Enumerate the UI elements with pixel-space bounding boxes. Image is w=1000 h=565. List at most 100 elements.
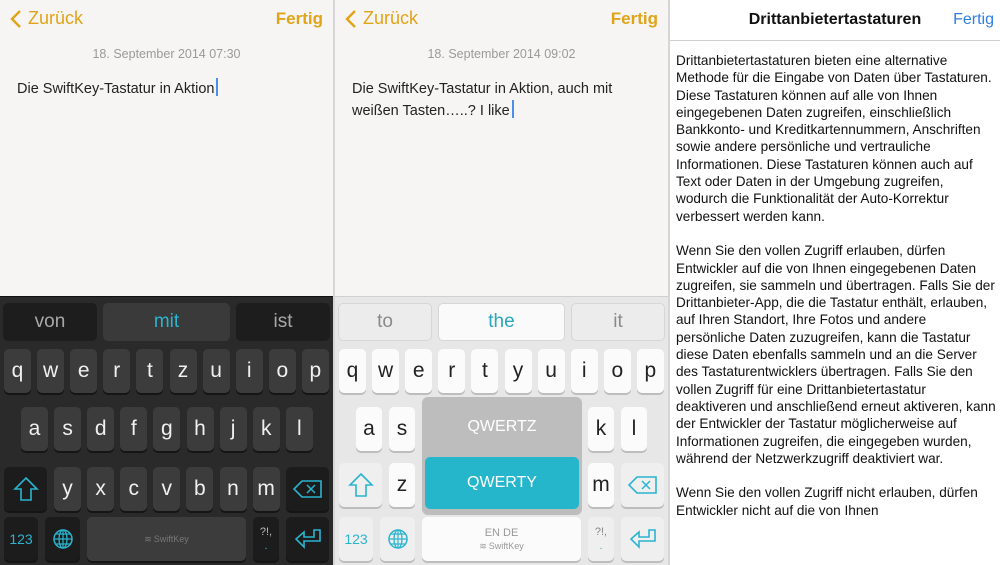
- space-key[interactable]: ≋ SwiftKey: [87, 517, 246, 561]
- note-text: Die SwiftKey-Tastatur in Aktion, auch mi…: [352, 81, 613, 119]
- swiftkey-logo: ≋ SwiftKey: [144, 533, 189, 545]
- punctuation-key[interactable]: ?!, .: [253, 517, 279, 561]
- key-r[interactable]: r: [103, 349, 131, 393]
- key-k[interactable]: k: [252, 407, 280, 451]
- backspace-key[interactable]: [286, 467, 329, 511]
- shift-key[interactable]: [339, 463, 382, 507]
- key-u[interactable]: u: [202, 349, 230, 393]
- third-party-keyboards-info-panel: Drittanbietertastaturen Fertig Drittanbi…: [670, 0, 1000, 565]
- key-a[interactable]: a: [356, 407, 382, 451]
- return-arrow-icon: [294, 529, 321, 549]
- key-e[interactable]: e: [70, 349, 98, 393]
- screenshot-collage: Zurück Fertig 18. September 2014 07:30 D…: [0, 0, 1000, 565]
- key-s[interactable]: s: [54, 407, 82, 451]
- key-o[interactable]: o: [603, 349, 631, 393]
- key-q[interactable]: q: [4, 349, 31, 393]
- key-q[interactable]: q: [339, 349, 366, 393]
- back-button[interactable]: Zurück: [10, 8, 83, 29]
- key-f[interactable]: f: [120, 407, 148, 451]
- key-k[interactable]: k: [588, 407, 614, 451]
- key-t[interactable]: t: [136, 349, 164, 393]
- swiftkey-keyboard-dark: von mit ist qwertzuiop asdfghjkl yxcvbnm 1…: [0, 296, 333, 565]
- info-paragraph: Drittanbietertastaturen bieten eine alte…: [676, 53, 992, 224]
- key-p[interactable]: p: [636, 349, 664, 393]
- key-g[interactable]: g: [153, 407, 181, 451]
- chevron-left-icon: [345, 9, 356, 28]
- shift-key[interactable]: [4, 467, 47, 511]
- key-l[interactable]: l: [285, 407, 313, 451]
- key-j[interactable]: j: [219, 407, 247, 451]
- backspace-key[interactable]: [621, 463, 664, 507]
- notes-panel-dark-keyboard: Zurück Fertig 18. September 2014 07:30 D…: [0, 0, 333, 565]
- key-y[interactable]: y: [504, 349, 532, 393]
- layout-switch-popup: QWERTZ QWERTY: [422, 397, 582, 515]
- key-d[interactable]: d: [87, 407, 115, 451]
- key-a[interactable]: a: [21, 407, 48, 451]
- key-b[interactable]: b: [186, 467, 214, 511]
- punct-top: ?!,: [594, 526, 608, 538]
- back-label: Zurück: [363, 8, 419, 28]
- return-arrow-icon: [629, 529, 656, 549]
- note-text-area[interactable]: Die SwiftKey-Tastatur in Aktion, auch mi…: [352, 78, 654, 122]
- page-title: Drittanbietertastaturen: [748, 11, 922, 28]
- key-h[interactable]: h: [186, 407, 214, 451]
- key-r[interactable]: r: [438, 349, 466, 393]
- globe-key[interactable]: [380, 517, 415, 561]
- key-c[interactable]: c: [120, 467, 148, 511]
- key-m[interactable]: m: [588, 463, 614, 507]
- backspace-icon: [292, 480, 322, 498]
- punctuation-key[interactable]: ?!, .: [588, 517, 614, 561]
- suggestion-right[interactable]: ist: [236, 303, 330, 341]
- done-button[interactable]: Fertig: [276, 9, 323, 29]
- chevron-left-icon: [10, 9, 21, 28]
- punct-bottom: .: [599, 540, 603, 552]
- key-o[interactable]: o: [268, 349, 296, 393]
- key-m[interactable]: m: [252, 467, 280, 511]
- space-key[interactable]: EN DE ≋ SwiftKey: [422, 517, 581, 561]
- key-t[interactable]: t: [471, 349, 499, 393]
- key-z[interactable]: z: [169, 349, 197, 393]
- note-text: Die SwiftKey-Tastatur in Aktion: [17, 81, 215, 97]
- suggestion-center[interactable]: the: [438, 303, 565, 341]
- layout-option-qwertz[interactable]: QWERTZ: [425, 401, 579, 453]
- globe-key[interactable]: [45, 517, 80, 561]
- done-button[interactable]: Fertig: [611, 9, 658, 29]
- key-u[interactable]: u: [537, 349, 565, 393]
- key-v[interactable]: v: [153, 467, 181, 511]
- key-x[interactable]: x: [87, 467, 115, 511]
- note-date: 18. September 2014 07:30: [92, 47, 241, 61]
- key-w[interactable]: w: [372, 349, 400, 393]
- punct-top: ?!,: [259, 526, 273, 538]
- done-button[interactable]: Fertig: [953, 11, 994, 29]
- info-paragraph: Wenn Sie den vollen Zugriff erlauben, dü…: [676, 243, 996, 466]
- globe-icon: [387, 529, 408, 549]
- back-label: Zurück: [28, 8, 84, 28]
- suggestion-right[interactable]: it: [571, 303, 665, 341]
- suggestion-left[interactable]: von: [3, 303, 97, 341]
- info-text: Drittanbietertastaturen bieten eine alte…: [676, 52, 996, 536]
- suggestion-center[interactable]: mit: [103, 303, 230, 341]
- nav-bar: Zurück Fertig: [0, 0, 333, 40]
- swiftkey-swoosh-icon: ≋: [144, 533, 152, 544]
- return-key[interactable]: [621, 517, 664, 561]
- nav-divider: [670, 40, 1000, 41]
- key-y[interactable]: y: [54, 467, 81, 511]
- key-i[interactable]: i: [235, 349, 263, 393]
- numbers-key[interactable]: 123: [339, 517, 373, 561]
- back-button[interactable]: Zurück: [345, 8, 418, 29]
- key-i[interactable]: i: [570, 349, 598, 393]
- layout-option-qwerty-selected[interactable]: QWERTY: [425, 457, 579, 509]
- key-p[interactable]: p: [301, 349, 329, 393]
- key-n[interactable]: n: [219, 467, 247, 511]
- key-w[interactable]: w: [37, 349, 65, 393]
- space-languages: EN DE: [484, 526, 519, 539]
- key-l[interactable]: l: [621, 407, 647, 451]
- return-key[interactable]: [286, 517, 329, 561]
- key-e[interactable]: e: [405, 349, 433, 393]
- suggestion-left[interactable]: to: [338, 303, 432, 341]
- note-text-area[interactable]: Die SwiftKey-Tastatur in Aktion: [17, 78, 319, 100]
- numbers-key[interactable]: 123: [4, 517, 38, 561]
- key-z[interactable]: z: [389, 463, 415, 507]
- key-s[interactable]: s: [389, 407, 415, 451]
- text-cursor: [216, 78, 219, 96]
